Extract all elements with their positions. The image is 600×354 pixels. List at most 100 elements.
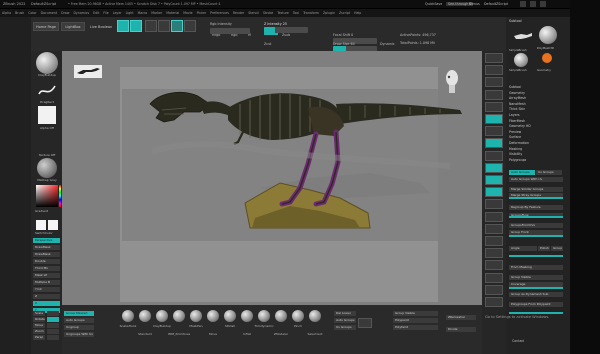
palette-preview[interactable]: Preview [509,130,521,134]
palette-subtool[interactable]: Subtool [509,85,521,89]
dynamic-button[interactable]: Dynamic [380,42,395,46]
polygroup-button-12[interactable]: From Masking [509,265,563,270]
menu-brush[interactable]: Brush [15,11,24,15]
palette-fibermesh[interactable]: FiberMesh [509,119,525,123]
polygroup-button-3[interactable]: Merge Similar Groups [509,187,563,192]
left-button-5[interactable]: Mask LP [33,273,60,278]
menu-alpha[interactable]: Alpha [2,11,11,15]
main-color-swatch[interactable] [36,220,46,230]
palette-visibility[interactable]: Visibility [509,152,522,156]
polygroup-button-7[interactable]: GroupsFromUVs [509,223,563,228]
menu-texture[interactable]: Texture [277,11,289,15]
left-bottom-button-b-0[interactable] [47,311,59,316]
panel-slider-4[interactable] [509,287,563,289]
left-button-1[interactable]: DrawMask [33,245,60,250]
dinosaur-skeleton-model[interactable] [140,78,470,233]
brush-hpolish-icon[interactable] [224,310,236,322]
menu-document[interactable]: Document [41,11,58,15]
bottom-mid-button-0[interactable]: Auto Groups [64,318,94,323]
left-bottom-button-4[interactable]: Persp [33,335,45,340]
right-shelf-rotate-button[interactable] [485,223,503,234]
live-boolean-button[interactable]: Live Boolean [88,22,114,31]
left-bottom-button-3[interactable]: Zoom [33,329,45,334]
palette-surface[interactable]: Surface [509,135,521,139]
right-shelf-frame-button[interactable] [485,187,503,198]
menu-color[interactable]: Color [28,11,36,15]
menu-render[interactable]: Render [233,11,244,15]
right-shelf-line-fill-button[interactable] [485,236,503,246]
palette-thick-skin[interactable]: Thick Skin [509,107,525,111]
left-bottom-button-b-4[interactable] [47,335,59,340]
group-masked-button[interactable]: Group Masked [64,311,94,316]
menus-button[interactable]: Menus [469,2,480,6]
left-button-3[interactable]: Double [33,259,60,264]
brush-selectrect-icon[interactable] [309,310,321,322]
polygroup-button-16[interactable]: Polygroups From Polypaint [509,302,563,307]
menu-preferences[interactable]: Preferences [210,11,229,15]
right-shelf-xpose-button[interactable] [485,297,503,307]
layout-icon[interactable] [520,1,526,7]
rotate-icon[interactable] [171,20,183,32]
left-bottom-button-b-2[interactable] [47,323,59,328]
right-shelf-l-sym-button[interactable] [485,175,503,185]
bottom-right-button-3[interactable]: Auto Groups [334,318,356,323]
right-shelf-scale-button[interactable] [485,211,503,222]
left-button-0[interactable]: Perspective [33,238,60,243]
palette-deformation[interactable]: Deformation [509,141,529,145]
right-shelf-ghost-button[interactable] [485,272,503,283]
quicksave-button[interactable]: QuickSave [425,2,442,6]
material-thumbnail[interactable] [37,158,57,178]
menu-edit[interactable]: Edit [93,11,99,15]
palette-arraymesh[interactable]: ArrayMesh [509,96,526,100]
color-picker[interactable] [36,185,58,207]
zsub-button[interactable]: Zsub [282,33,290,37]
right-shelf-dynamic-button[interactable] [485,126,503,137]
hue-strip[interactable] [59,185,61,207]
polygroup-button-1[interactable]: Uv Groups [536,170,562,175]
close-icon[interactable] [540,1,546,7]
left-button-9[interactable]: X [33,301,60,306]
right-shelf-zoom-button[interactable] [485,89,503,100]
menu-help[interactable]: Help [354,11,361,15]
minimize-icon[interactable] [530,1,536,7]
alpha-thumbnail[interactable] [38,106,56,124]
brush-imm_primitives-icon[interactable] [173,310,185,322]
polygroup-button-15[interactable]: Group As Dynamesh Sub [509,292,563,297]
brush-maskpen-icon[interactable] [190,310,202,322]
polygroup-button-2[interactable]: Auto Groups With Uv [509,177,563,182]
menu-stencil[interactable]: Stencil [248,11,259,15]
left-bottom-button-2[interactable]: Move [33,323,45,328]
menu-macro[interactable]: Macro [138,11,148,15]
palette-masking[interactable]: Masking [509,147,522,151]
bottom-mid-button-5[interactable]: Polyfaint [393,325,438,330]
navigation-thumbnail[interactable] [74,65,102,78]
polygroup-button-0[interactable]: Auto Groups [509,170,535,175]
palette-polygroups[interactable]: Polygroups [509,158,526,162]
menu-transform[interactable]: Transform [303,11,319,15]
right-shelf-move-button[interactable] [485,199,503,210]
right-shelf-transp-button[interactable] [485,260,503,271]
palette-geometry[interactable]: Geometry [509,91,525,95]
left-button-4[interactable]: Third Mn [33,266,60,271]
tool-thumbnail-2[interactable] [539,26,557,44]
switch-color-label[interactable]: SwitchColor [35,231,53,235]
menu-file[interactable]: File [103,11,108,15]
z-intensity-slider[interactable] [264,27,308,33]
bottom-mid-button-2[interactable]: Ungroups With Uv [64,332,94,337]
brush-move-icon[interactable] [207,310,219,322]
transform-icon[interactable] [184,20,196,32]
right-shelf-actual-button[interactable] [485,101,503,112]
left-bottom-button-b-3[interactable] [47,329,59,334]
lightbox-button[interactable]: LightBox [61,22,85,31]
palette-geometry-hd[interactable]: Geometry HD [509,124,531,128]
right-shelf-floor-button[interactable] [485,150,503,161]
bottom-right-button-1[interactable]: Divide [446,327,476,332]
brush-zmodeler-icon[interactable] [275,310,287,322]
brush-claybuildup-icon[interactable] [156,310,168,322]
tool-thumbnail-1[interactable] [512,26,534,48]
polygroup-button-5[interactable]: Regroup By Feature [509,205,563,210]
bottom-mid-button-4[interactable]: Polypaint [393,318,438,323]
bottom-right-button-4[interactable]: Uv Groups [334,325,356,330]
brush-standard-icon[interactable] [139,310,151,322]
home-page-tab[interactable]: Home Page [33,22,59,31]
